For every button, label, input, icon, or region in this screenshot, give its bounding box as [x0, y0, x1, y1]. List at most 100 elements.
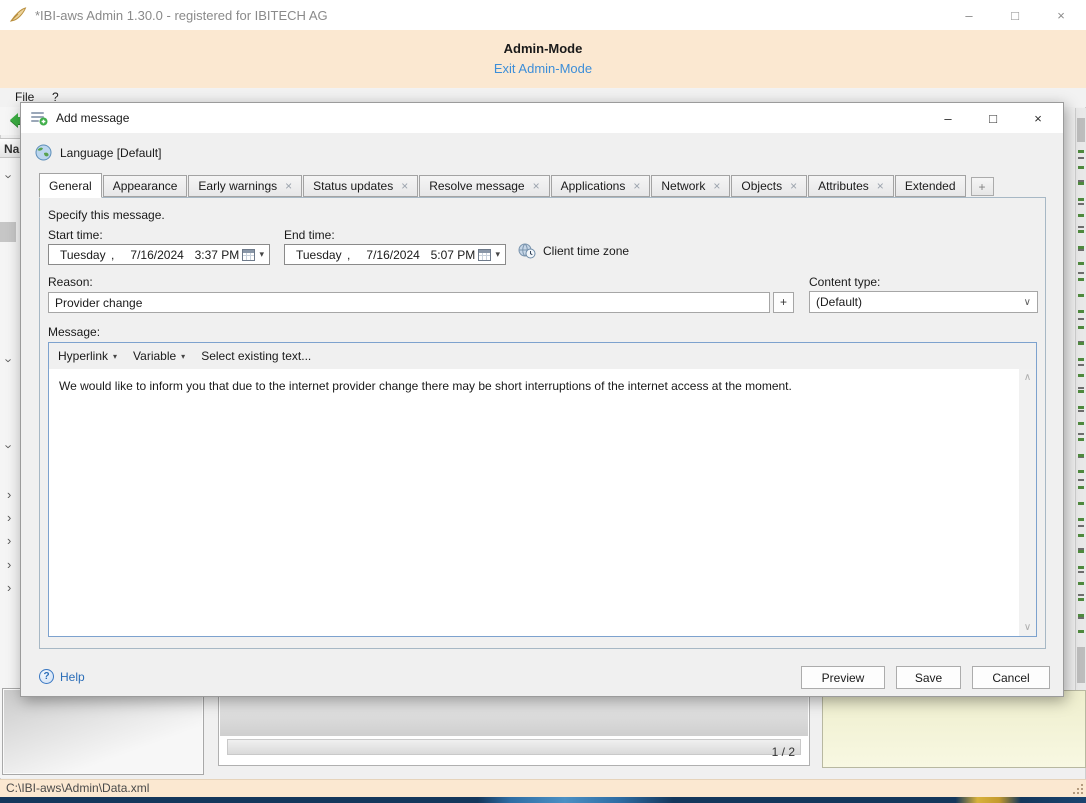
scrollbar-top-block — [1077, 118, 1085, 142]
tab-extended[interactable]: Extended — [895, 175, 966, 197]
background-scrollbar[interactable] — [1075, 108, 1086, 693]
tab-close-icon[interactable]: × — [877, 180, 884, 192]
tab-close-icon[interactable]: × — [401, 180, 408, 192]
tree-expander-icon[interactable]: › — [7, 581, 11, 594]
main-titlebar: *IBI-aws Admin 1.30.0 - registered for I… — [0, 0, 1086, 30]
save-button[interactable]: Save — [896, 666, 961, 689]
tab-label: General — [49, 179, 92, 193]
tab-label: Attributes — [818, 179, 869, 193]
tab-attributes[interactable]: Attributes × — [808, 175, 894, 197]
close-icon[interactable]: × — [1054, 8, 1068, 23]
tree-expander-icon[interactable]: › — [3, 444, 16, 448]
select-existing-text-button[interactable]: Select existing text... — [201, 349, 311, 363]
end-time-picker[interactable]: Tuesday , 7/16/2024 5:07 PM ▾ — [284, 244, 506, 265]
start-time: 3:37 PM — [191, 248, 242, 262]
background-toolbar — [0, 107, 20, 135]
start-time-picker[interactable]: Tuesday , 7/16/2024 3:37 PM ▾ — [48, 244, 270, 265]
app-quill-icon — [9, 7, 27, 23]
tab-label: Status updates — [313, 179, 393, 193]
tab-label: Appearance — [113, 179, 178, 193]
dialog-minimize-icon[interactable]: – — [941, 111, 955, 126]
maximize-icon[interactable]: □ — [1008, 8, 1022, 23]
variable-menu-button[interactable]: Variable ▾ — [133, 349, 185, 363]
dropdown-arrow-icon[interactable]: ▾ — [495, 249, 500, 260]
tree-expander-icon[interactable]: › — [3, 174, 16, 178]
scroll-up-icon[interactable]: ∧ — [1019, 372, 1036, 383]
dialog-buttons: Preview Save Cancel — [801, 666, 1050, 689]
tab-applications[interactable]: Applications × — [551, 175, 651, 197]
editor-scrollbar[interactable]: ∧ ∨ — [1019, 369, 1036, 636]
separator: , — [111, 248, 123, 262]
tab-close-icon[interactable]: × — [285, 180, 292, 192]
calendar-icon — [478, 249, 491, 261]
scrollbar-marks — [1078, 150, 1084, 637]
start-day: Tuesday — [54, 248, 111, 262]
preview-button[interactable]: Preview — [801, 666, 885, 689]
client-time-zone-icon — [518, 243, 536, 259]
resize-grip[interactable] — [1073, 784, 1083, 794]
client-time-zone-button[interactable]: Client time zone — [518, 243, 629, 259]
dialog-maximize-icon[interactable]: □ — [986, 111, 1000, 126]
reason-input[interactable] — [48, 292, 770, 313]
editor-toolbar: Hyperlink ▾ Variable ▾ Select existing t… — [49, 343, 1036, 369]
start-time-label: Start time: — [48, 228, 103, 242]
general-tab-page: Specify this message. Start time: Tuesda… — [39, 197, 1046, 649]
tree-expander-icon[interactable]: › — [7, 534, 11, 547]
dialog-titlebar: Add message – □ × — [21, 103, 1063, 133]
add-tab-button[interactable]: + — [971, 177, 994, 196]
tab-close-icon[interactable]: × — [533, 180, 540, 192]
page-indicator: 1 / 2 — [772, 745, 795, 759]
tab-network[interactable]: Network × — [651, 175, 730, 197]
content-type-select[interactable]: (Default) ∨ — [809, 291, 1038, 313]
app-root: *IBI-aws Admin 1.30.0 - registered for I… — [0, 0, 1086, 803]
tab-appearance[interactable]: Appearance — [103, 175, 188, 197]
help-icon: ? — [39, 669, 54, 684]
tab-label: Network — [661, 179, 705, 193]
taskbar-sliver — [0, 797, 1086, 803]
language-label: Language [Default] — [60, 146, 161, 160]
scroll-down-icon[interactable]: ∨ — [1019, 622, 1036, 633]
minimize-icon[interactable]: – — [962, 8, 976, 23]
add-message-dialog: Add message – □ × Language [Default] Gen… — [20, 102, 1064, 697]
tab-resolve-message[interactable]: Resolve message × — [419, 175, 549, 197]
tree-expander-icon[interactable]: › — [7, 558, 11, 571]
background-note-pane — [822, 690, 1086, 768]
tab-status-updates[interactable]: Status updates × — [303, 175, 418, 197]
end-time-label: End time: — [284, 228, 335, 242]
tab-strip: General Appearance Early warnings × Stat… — [39, 173, 994, 197]
tab-label: Early warnings — [198, 179, 277, 193]
tab-label: Applications — [561, 179, 626, 193]
tree-expander-icon[interactable]: › — [7, 511, 11, 524]
language-row: Language [Default] — [35, 144, 161, 161]
hyperlink-menu-button[interactable]: Hyperlink ▾ — [58, 349, 117, 363]
tree-expander-icon[interactable]: › — [3, 358, 16, 362]
tree-expander-icon[interactable]: › — [7, 488, 11, 501]
end-time: 5:07 PM — [427, 248, 478, 262]
status-path: C:\IBI-aws\Admin\Data.xml — [6, 781, 149, 795]
dropdown-arrow-icon: ▾ — [113, 352, 117, 361]
dialog-close-icon[interactable]: × — [1031, 111, 1045, 126]
tab-objects[interactable]: Objects × — [731, 175, 807, 197]
message-label: Message: — [48, 325, 100, 339]
cancel-button[interactable]: Cancel — [972, 666, 1050, 689]
dropdown-arrow-icon[interactable]: ▾ — [259, 249, 264, 260]
help-link[interactable]: ? Help — [39, 669, 85, 684]
add-message-icon — [30, 110, 48, 126]
message-text-area[interactable]: We would like to inform you that due to … — [49, 369, 1019, 636]
background-panel-left — [2, 688, 204, 775]
tab-close-icon[interactable]: × — [790, 180, 797, 192]
tab-close-icon[interactable]: × — [633, 180, 640, 192]
help-label: Help — [60, 670, 85, 684]
instruction-text: Specify this message. — [48, 208, 165, 222]
add-reason-button[interactable]: + — [773, 292, 794, 313]
tree-column-header: Na — [0, 138, 22, 158]
tab-early-warnings[interactable]: Early warnings × — [188, 175, 302, 197]
tab-close-icon[interactable]: × — [713, 180, 720, 192]
hyperlink-label: Hyperlink — [58, 349, 108, 363]
status-bar: C:\IBI-aws\Admin\Data.xml — [0, 779, 1086, 797]
exit-admin-mode-link[interactable]: Exit Admin-Mode — [494, 61, 592, 76]
panel-hscrollbar[interactable] — [227, 739, 801, 755]
tab-general[interactable]: General — [39, 173, 102, 198]
dropdown-arrow-icon: ▾ — [181, 352, 185, 361]
tree-selected-row[interactable] — [0, 222, 16, 242]
